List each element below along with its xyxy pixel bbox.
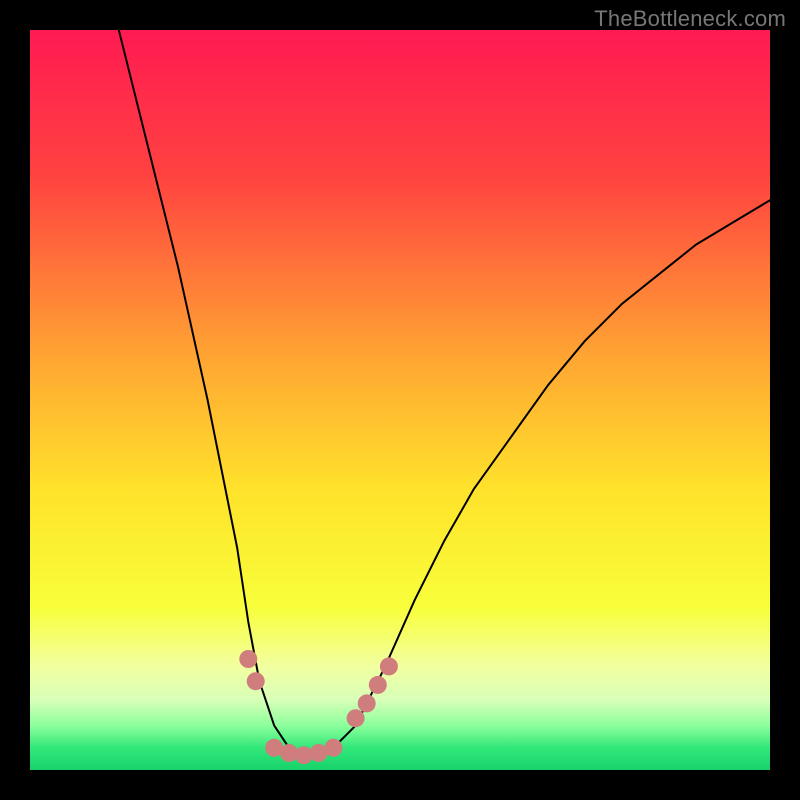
flat-segment-right-marker [347,709,365,727]
curve-layer [30,30,770,770]
watermark-text: TheBottleneck.com [594,6,786,32]
flat-segment-right-marker [358,694,376,712]
flat-segment-left-marker [239,650,257,668]
chart-frame: TheBottleneck.com [0,0,800,800]
plot-area [30,30,770,770]
flat-segment-right-marker [369,676,387,694]
flat-segment-left-marker [247,672,265,690]
bottleneck-curve [119,30,770,755]
flat-segment-right-marker [380,657,398,675]
flat-segment-bottom-marker [324,739,342,757]
